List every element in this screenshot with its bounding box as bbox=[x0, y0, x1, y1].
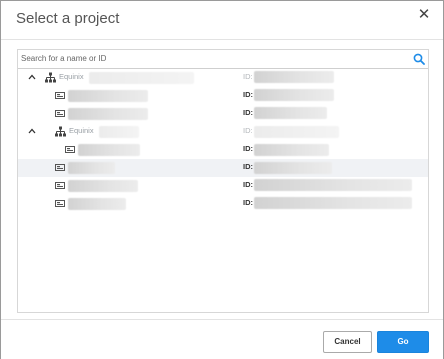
id-label: ID: bbox=[243, 126, 253, 135]
org-hierarchy-icon bbox=[55, 126, 66, 137]
chevron-up-icon[interactable] bbox=[27, 72, 37, 82]
redacted-name bbox=[68, 162, 115, 174]
project-icon bbox=[55, 164, 65, 171]
chevron-up-icon[interactable] bbox=[27, 126, 37, 136]
redacted-id bbox=[254, 144, 329, 156]
search-input[interactable] bbox=[21, 51, 406, 66]
redacted-id bbox=[254, 107, 327, 119]
dialog-title: Select a project bbox=[16, 10, 120, 27]
redacted-id bbox=[254, 197, 412, 209]
tree-row-org[interactable]: Equinix ID: bbox=[18, 123, 428, 141]
project-tree-panel: Equinix ID: ID: ID: bbox=[17, 49, 429, 313]
cancel-button[interactable]: Cancel bbox=[323, 331, 372, 353]
redacted-name bbox=[68, 108, 148, 120]
redacted-id bbox=[254, 162, 332, 174]
dialog-header: Select a project ✕ bbox=[1, 1, 443, 40]
id-label: ID: bbox=[243, 72, 253, 81]
close-icon[interactable]: ✕ bbox=[415, 7, 433, 25]
id-label: ID: bbox=[243, 108, 253, 117]
redacted-name bbox=[68, 180, 138, 192]
project-icon bbox=[55, 110, 65, 117]
redacted-id bbox=[254, 89, 334, 101]
redacted-name bbox=[89, 72, 194, 84]
id-label: ID: bbox=[243, 144, 253, 153]
redacted-name bbox=[99, 126, 139, 138]
redacted-id bbox=[254, 179, 412, 191]
id-label: ID: bbox=[243, 162, 253, 171]
redacted-id bbox=[254, 71, 334, 83]
tree-row-project[interactable]: ID: bbox=[18, 195, 428, 213]
project-icon bbox=[65, 146, 75, 153]
tree-row-project[interactable]: ID: bbox=[18, 105, 428, 123]
search-bar bbox=[18, 50, 428, 69]
redacted-id bbox=[254, 126, 339, 138]
project-icon bbox=[55, 92, 65, 99]
tree-row-project-selected[interactable]: ID: bbox=[18, 159, 428, 177]
project-icon bbox=[55, 182, 65, 189]
redacted-name bbox=[78, 144, 140, 156]
id-label: ID: bbox=[243, 180, 253, 189]
select-project-dialog: Select a project ✕ Search for a name or … bbox=[0, 0, 444, 359]
org-name: Equinix bbox=[59, 72, 84, 81]
redacted-name bbox=[68, 198, 126, 210]
redacted-name bbox=[68, 90, 148, 102]
id-label: ID: bbox=[243, 90, 253, 99]
tree-row-project[interactable]: ID: bbox=[18, 177, 428, 195]
org-name: Equinix bbox=[69, 126, 94, 135]
org-hierarchy-icon bbox=[45, 72, 56, 83]
tree-row-org[interactable]: Equinix ID: bbox=[18, 69, 428, 87]
tree-row-project[interactable]: ID: bbox=[18, 141, 428, 159]
dialog-footer: Cancel Go bbox=[1, 319, 443, 359]
project-icon bbox=[55, 200, 65, 207]
id-label: ID: bbox=[243, 198, 253, 207]
tree-row-project[interactable]: ID: bbox=[18, 87, 428, 105]
search-icon[interactable] bbox=[413, 53, 425, 65]
go-button[interactable]: Go bbox=[377, 331, 429, 353]
